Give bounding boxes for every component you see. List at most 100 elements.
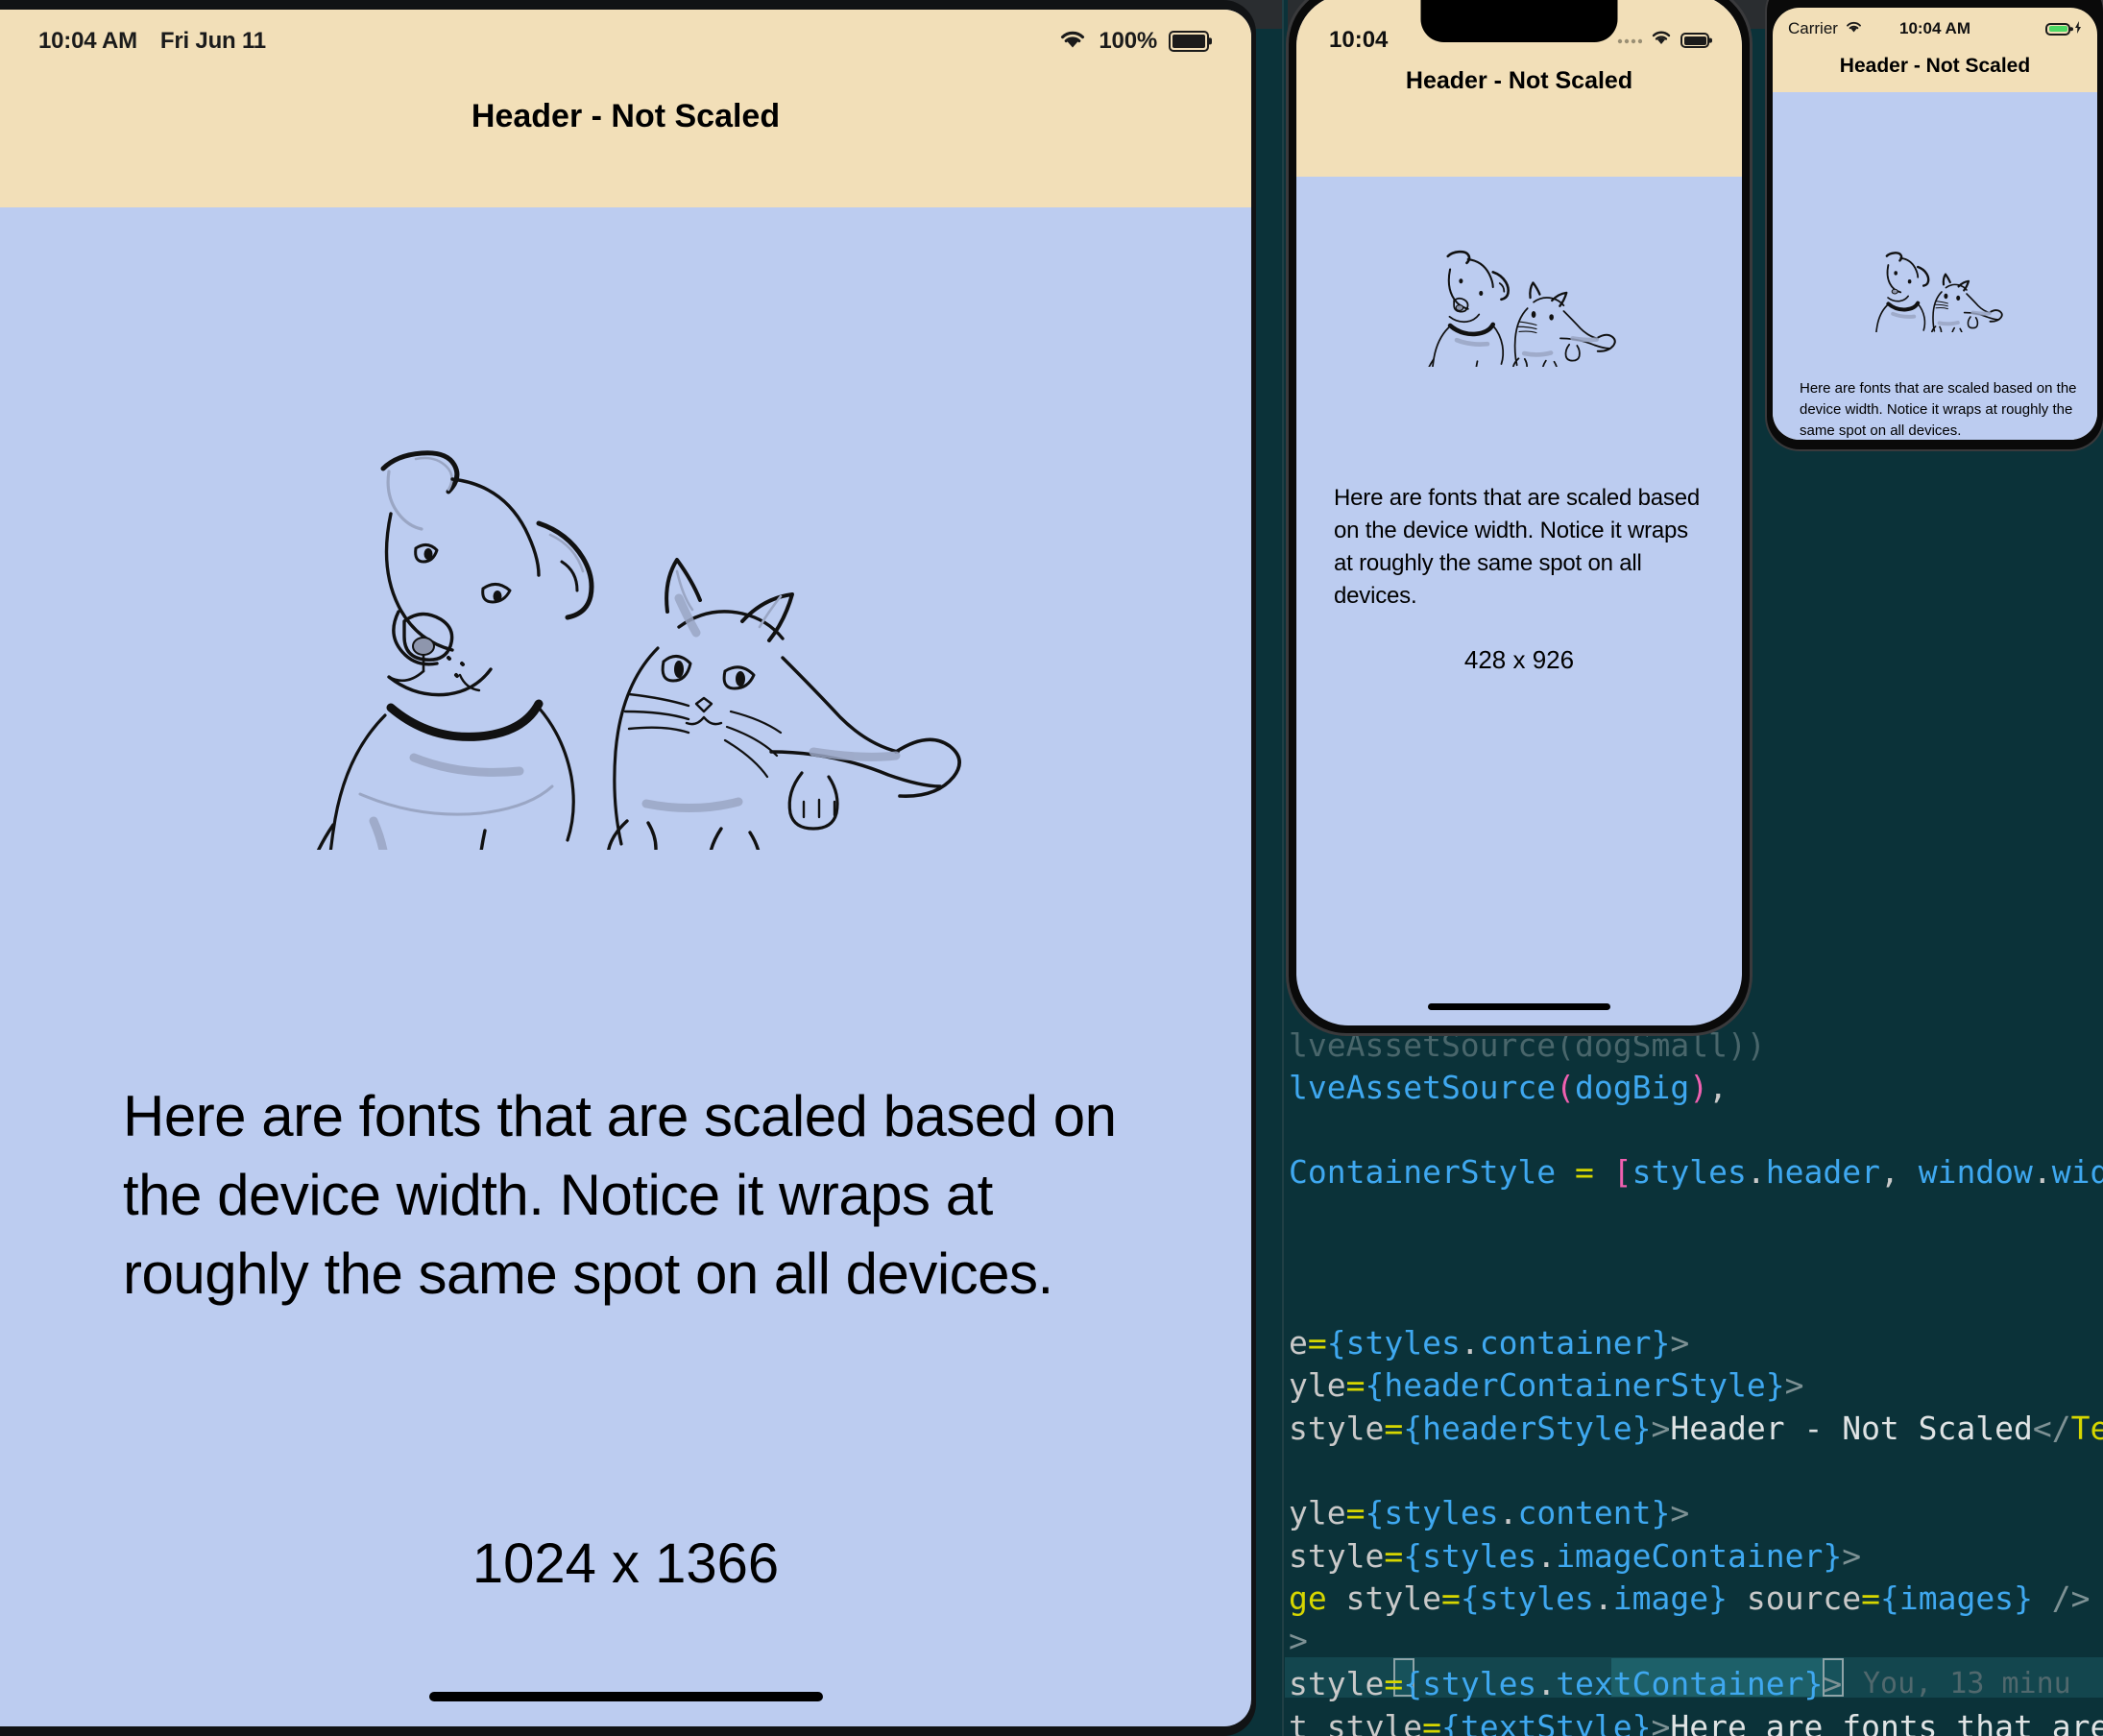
small-phone-status-bar: Carrier 10:04 AM <box>1773 15 2097 42</box>
code-token: ) <box>1689 1069 1709 1106</box>
code-token: { <box>1403 1665 1423 1702</box>
wifi-icon <box>1058 29 1087 55</box>
code-token: . <box>1746 1153 1766 1191</box>
code-token: header <box>1765 1153 1880 1191</box>
code-token: textContainer <box>1556 1665 1804 1702</box>
ipad-dimensions-label: 1024 x 1366 <box>471 1532 780 1595</box>
code-token: source <box>1728 1579 1862 1617</box>
iphone-header-title: Header - Not Scaled <box>1405 67 1633 94</box>
code-token: yle <box>1289 1494 1346 1531</box>
code-token: style <box>1289 1537 1385 1575</box>
code-token: styles <box>1479 1579 1594 1617</box>
code-line[interactable]: > <box>1289 1625 1308 1656</box>
device-iphone: 10:04 Header - Not Scaled Here are fonts… <box>1289 0 1750 1033</box>
code-token: > <box>1289 1622 1308 1659</box>
code-token: = <box>1422 1708 1441 1736</box>
small-phone-screen[interactable]: Carrier 10:04 AM Header - Not Scaled Her… <box>1773 8 2097 440</box>
code-token: > <box>1651 1708 1671 1736</box>
code-token: { <box>1403 1537 1423 1575</box>
code-token: ContainerStyle <box>1289 1153 1576 1191</box>
code-token: > <box>1670 1494 1690 1531</box>
code-token: ge <box>1289 1579 1346 1617</box>
code-line[interactable]: style={styles.textContainer}> <box>1289 1668 1842 1700</box>
code-token: } <box>1651 1324 1671 1362</box>
dog-cat-illustration <box>245 370 1013 967</box>
ipad-screen[interactable]: 10:04 AM Fri Jun 11 100% Header - Not Sc… <box>0 10 1251 1726</box>
code-token: window <box>1918 1153 2033 1191</box>
code-line[interactable]: style={headerStyle}>Header - Not Scaled<… <box>1289 1412 2103 1444</box>
code-line[interactable]: ContainerStyle = [styles.header, window.… <box>1289 1156 2103 1188</box>
code-token: { <box>1365 1366 1385 1404</box>
code-token: { <box>1326 1324 1346 1362</box>
iphone-body-text: Here are fonts that are scaled based on … <box>1334 485 1701 610</box>
code-token: styles <box>1345 1324 1461 1362</box>
editor-left-edge <box>1282 0 1288 1736</box>
code-token: images <box>1898 1579 2015 1617</box>
ipad-battery-percent: 100% <box>1099 28 1157 54</box>
code-token: , <box>1708 1069 1728 1106</box>
code-token: = <box>1575 1153 1613 1191</box>
iphone-dimensions-label: 428 x 926 <box>1463 645 1575 674</box>
code-token: { <box>1365 1494 1385 1531</box>
code-token: > <box>1651 1410 1671 1447</box>
dog-cat-illustration <box>1408 228 1631 401</box>
code-line[interactable]: yle={styles.content}> <box>1289 1497 1689 1529</box>
battery-icon <box>1169 31 1209 52</box>
code-token: </ <box>2032 1410 2071 1447</box>
code-token: dogBig <box>1575 1069 1690 1106</box>
code-token: yle <box>1289 1366 1346 1404</box>
code-token: = <box>1345 1366 1366 1404</box>
small-phone-body-text: Here are fonts that are scaled based on … <box>1800 380 2077 439</box>
code-token: = <box>1307 1324 1327 1362</box>
iphone-home-indicator[interactable] <box>1428 1003 1610 1010</box>
cellular-signal-icon <box>1617 32 1643 49</box>
code-token: > <box>1823 1665 1843 1702</box>
code-token: } <box>1765 1366 1785 1404</box>
code-line[interactable]: style={styles.imageContainer}> <box>1289 1540 1861 1572</box>
code-token: = <box>1861 1579 1880 1617</box>
code-token: { <box>1879 1579 1899 1617</box>
code-token: . <box>1536 1665 1557 1702</box>
code-token: } <box>1651 1494 1671 1531</box>
code-token: = <box>1384 1537 1404 1575</box>
small-phone-content: Here are fonts that are scaled based on … <box>1773 92 2097 440</box>
code-token: [ <box>1612 1153 1632 1191</box>
code-token: style <box>1345 1579 1441 1617</box>
battery-charging-icon <box>2045 22 2070 36</box>
iphone-screen[interactable]: 10:04 Header - Not Scaled Here are fonts… <box>1296 0 1742 1025</box>
code-token: > <box>1784 1366 1804 1404</box>
code-line[interactable]: yle={headerContainerStyle}> <box>1289 1369 1803 1401</box>
ipad-status-date: Fri Jun 11 <box>159 28 266 54</box>
code-token: /> <box>2032 1579 2091 1617</box>
code-token: } <box>1632 1708 1652 1736</box>
code-token: { <box>1460 1579 1480 1617</box>
code-token: } <box>1803 1665 1824 1702</box>
code-line[interactable]: lveAssetSource(dogSmall)) <box>1289 1029 1766 1061</box>
code-token: > <box>1670 1324 1690 1362</box>
code-token: style <box>1289 1410 1385 1447</box>
code-token: t <box>1289 1708 1327 1736</box>
code-token: . <box>1460 1324 1480 1362</box>
ipad-header-bar: 10:04 AM Fri Jun 11 100% Header - Not Sc… <box>0 10 1251 207</box>
code-token: . <box>1593 1579 1613 1617</box>
carrier-label: Carrier <box>1788 19 1838 37</box>
code-token: Header - Not Scaled <box>1670 1410 2033 1447</box>
code-token: . <box>2032 1153 2052 1191</box>
code-token: } <box>1823 1537 1843 1575</box>
code-token: lveAssetSource <box>1289 1069 1557 1106</box>
code-line[interactable]: ge style={styles.image} source={images} … <box>1289 1582 2091 1614</box>
code-line[interactable]: lveAssetSource(dogBig), <box>1289 1072 1728 1103</box>
battery-icon <box>1680 33 1709 48</box>
code-line[interactable]: t style={textStyle}>Here are fonts that … <box>1289 1711 2103 1736</box>
code-token: textStyle <box>1460 1708 1632 1736</box>
code-token: imageContainer <box>1556 1537 1824 1575</box>
code-token: image <box>1612 1579 1709 1617</box>
device-small-phone: Carrier 10:04 AM Header - Not Scaled Her… <box>1767 0 2103 449</box>
code-token: { <box>1440 1708 1461 1736</box>
ipad-home-indicator[interactable] <box>428 1692 823 1701</box>
code-token: e <box>1289 1324 1308 1362</box>
code-token: content <box>1517 1494 1652 1531</box>
code-token: } <box>1708 1579 1728 1617</box>
code-line[interactable]: e={styles.container}> <box>1289 1327 1689 1359</box>
code-token: > <box>1842 1537 1862 1575</box>
